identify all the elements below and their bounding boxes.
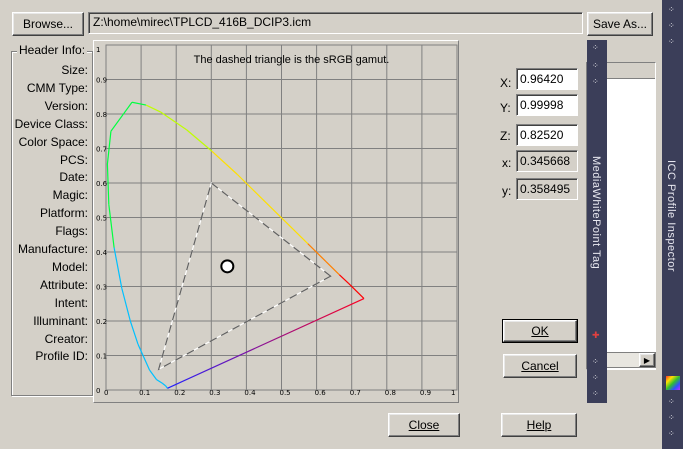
Z-value: 0.82520 — [520, 128, 564, 142]
X-value: 0.96420 — [520, 72, 564, 86]
strip-dots-bottom: ⁘ — [592, 357, 599, 366]
x-tick-label: 0.1 — [139, 389, 150, 397]
x-tick-label: 0.3 — [209, 389, 220, 397]
header-field-label: PCS: — [59, 152, 88, 167]
X-value-field[interactable]: 0.96420 — [516, 68, 578, 90]
header-field-label: Size: — [61, 63, 88, 77]
y-tick-label: 0.6 — [96, 180, 108, 188]
app-window-strip: ⁘ ⁘ ⁘ ICC Profile Inspector ⁘ ⁘ ⁘ — [662, 0, 683, 449]
header-field-label: Model: — [51, 259, 88, 274]
header-field-label: Version: — [44, 98, 88, 113]
y-tick-label: 1 — [96, 46, 100, 54]
tag-window-title: MediaWhitePoint Tag — [590, 156, 602, 270]
y-tick-label: 0.7 — [96, 146, 107, 154]
header-info-title: Header Info: — [17, 43, 88, 57]
browse-button[interactable]: Browse... — [12, 12, 84, 36]
strip-dots-top-3: ⁘ — [592, 77, 599, 86]
y-chroma-label: y: — [502, 184, 512, 198]
header-field-label: Intent: — [54, 295, 88, 310]
strip-close-icon[interactable]: ✚ — [592, 332, 600, 341]
y-tick-label: 0.8 — [96, 111, 107, 119]
app-strip-dots-6: ⁘ — [668, 429, 675, 438]
app-strip-dots-2: ⁘ — [668, 21, 675, 30]
close-label: Close — [408, 418, 440, 432]
y-tick-label: 0 — [96, 387, 100, 395]
x-tick-label: 0.2 — [174, 389, 185, 397]
header-field-label: Color Space: — [18, 134, 88, 149]
strip-dots-bottom-2: ⁘ — [592, 373, 599, 382]
chromaticity-chart: 0 0.1 0.2 0.3 0.4 0.5 0.6 0.7 0.8 0.9 1 0 0.1 0.2 0.3 0… — [96, 44, 458, 397]
x-tick-label: 0.8 — [385, 389, 396, 397]
app-window-title: ICC Profile Inspector — [665, 160, 677, 272]
app-strip-dots-4: ⁘ — [668, 397, 675, 406]
y-tick-label: 0.9 — [96, 77, 107, 85]
header-field-label: Device Class: — [14, 116, 88, 131]
header-field-label: Profile ID: — [35, 349, 88, 364]
X-label: X: — [500, 76, 512, 90]
y-chroma-value: 0.358495 — [520, 182, 571, 196]
y-tick-label: 0.4 — [96, 249, 108, 257]
x-tick-label: 0 — [104, 389, 108, 397]
save-as-button[interactable]: Save As... — [587, 12, 653, 36]
x-tick-label: 1 — [451, 389, 455, 397]
cancel-label: Cancel — [521, 359, 559, 373]
help-label: Help — [526, 418, 552, 432]
y-tick-label: 0.2 — [96, 318, 107, 326]
strip-dots-top-2: ⁘ — [592, 61, 599, 70]
Z-label: Z: — [500, 129, 511, 143]
header-field-label: Platform: — [39, 206, 88, 221]
x-tick-label: 0.6 — [315, 389, 327, 397]
x-tick-label: 0.9 — [420, 389, 431, 397]
header-field-label: CMM Type: — [26, 80, 88, 95]
app-color-icon — [666, 376, 680, 390]
chromaticity-chart-panel: 0 0.1 0.2 0.3 0.4 0.5 0.6 0.7 0.8 0.9 1 0 0.1 0.2 0.3 0… — [93, 40, 459, 403]
app-strip-dots-3: ⁘ — [668, 37, 675, 46]
Y-value-field[interactable]: 0.99998 — [516, 94, 578, 116]
Z-value-field[interactable]: 0.82520 — [516, 124, 578, 146]
help-button[interactable]: Help — [501, 413, 577, 437]
Y-label: Y: — [500, 101, 511, 115]
header-field-label: Magic: — [52, 188, 88, 203]
header-field-label: Attribute: — [39, 277, 88, 292]
close-button[interactable]: Close — [388, 413, 460, 437]
tag-window-strip: ⁘ ⁘ ⁘ MediaWhitePoint Tag ✚ ⁘ ⁘ ⁘ — [587, 40, 607, 403]
y-tick-label: 0.1 — [96, 353, 107, 361]
profile-path-field: Z:\home\mirec\TPLCD_416B_DCIP3.icm — [88, 12, 583, 34]
ok-button[interactable]: OK — [502, 319, 578, 343]
strip-dots-top: ⁘ — [592, 43, 599, 52]
app-strip-dots-5: ⁘ — [668, 413, 675, 422]
header-field-label: Illuminant: — [33, 313, 88, 328]
ok-label: OK — [531, 324, 549, 338]
header-field-label: Date: — [59, 170, 88, 185]
header-field-label: Manufacture: — [17, 242, 88, 256]
x-chroma-value-field: 0.345668 — [516, 150, 578, 172]
y-tick-label: 0.3 — [96, 284, 107, 292]
header-field-label: Creator: — [44, 331, 88, 346]
x-chroma-value: 0.345668 — [520, 154, 571, 168]
strip-dots-bottom-3: ⁘ — [592, 389, 599, 398]
header-field-label: Flags: — [55, 224, 88, 239]
x-tick-label: 0.7 — [350, 389, 361, 397]
Y-value: 0.99998 — [520, 98, 564, 112]
cancel-button[interactable]: Cancel — [503, 354, 577, 378]
y-tick-label: 0.5 — [96, 215, 107, 223]
app-strip-dots-1: ⁘ — [668, 5, 675, 14]
y-chroma-value-field: 0.358495 — [516, 178, 578, 200]
x-tick-label: 0.4 — [244, 389, 256, 397]
chart-title: The dashed triangle is the sRGB gamut. — [194, 54, 390, 66]
scroll-right-button[interactable]: ▶ — [639, 353, 655, 367]
white-point-panel: X: 0.96420 Y: 0.99998 Z: 0.82520 x: 0.34… — [488, 62, 586, 378]
profile-path-text: Z:\home\mirec\TPLCD_416B_DCIP3.icm — [93, 15, 312, 29]
x-tick-label: 0.5 — [280, 389, 291, 397]
white-point-marker — [220, 259, 235, 274]
x-chroma-label: x: — [502, 156, 512, 170]
